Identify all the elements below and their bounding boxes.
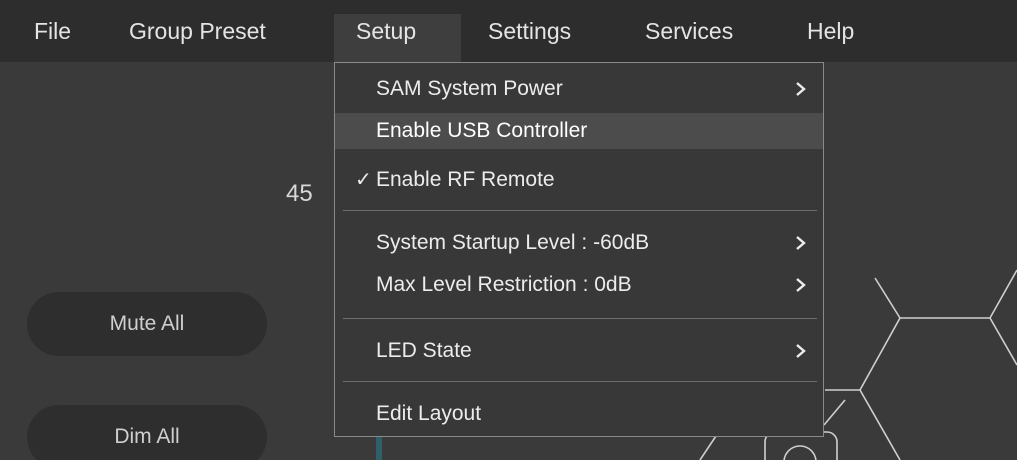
app-window: 45 Mute All Dim All File Group Preset Se… <box>0 0 1017 460</box>
chevron-right-icon <box>796 344 806 358</box>
chevron-right-icon <box>796 236 806 250</box>
chevron-right-icon <box>796 82 806 96</box>
menu-separator <box>343 318 817 319</box>
menu-help[interactable]: Help <box>807 14 854 62</box>
menu-item-label: LED State <box>376 339 472 362</box>
dim-all-button[interactable]: Dim All <box>27 405 267 460</box>
menu-group-preset[interactable]: Group Preset <box>129 14 266 62</box>
menu-item-label: Enable USB Controller <box>376 119 588 142</box>
menu-item-label: System Startup Level : -60dB <box>376 231 650 254</box>
checkmark-icon: ✓ <box>355 169 372 191</box>
setup-dropdown-menu: SAM System Power Enable USB Controller ✓… <box>334 62 824 437</box>
mute-all-label: Mute All <box>109 312 185 335</box>
mute-all-button[interactable]: Mute All <box>27 292 267 356</box>
chevron-right-icon <box>796 278 806 292</box>
menu-settings[interactable]: Settings <box>488 14 571 62</box>
menu-item-edit-layout[interactable]: Edit Layout <box>335 396 823 432</box>
level-readout: 45 <box>286 180 313 207</box>
menu-bar: File Group Preset Setup Settings Service… <box>0 0 1017 62</box>
menu-services[interactable]: Services <box>645 14 733 62</box>
menu-separator <box>343 210 817 211</box>
menu-separator <box>343 381 817 382</box>
menu-item-led-state[interactable]: LED State <box>335 333 823 369</box>
menu-item-enable-usb-controller[interactable]: Enable USB Controller <box>335 113 823 149</box>
menu-file[interactable]: File <box>34 14 71 62</box>
menu-item-label: Enable RF Remote <box>376 168 555 191</box>
menu-setup[interactable]: Setup <box>334 14 461 62</box>
menu-item-label: Max Level Restriction : 0dB <box>376 273 632 296</box>
menu-item-system-startup-level[interactable]: System Startup Level : -60dB <box>335 225 823 261</box>
menu-item-label: Edit Layout <box>376 402 482 425</box>
menu-item-enable-rf-remote[interactable]: ✓ Enable RF Remote <box>335 162 823 198</box>
menu-item-max-level-restriction[interactable]: Max Level Restriction : 0dB <box>335 267 823 303</box>
menu-item-sam-system-power[interactable]: SAM System Power <box>335 71 823 107</box>
menu-item-label: SAM System Power <box>376 77 563 100</box>
dim-all-label: Dim All <box>114 425 180 448</box>
